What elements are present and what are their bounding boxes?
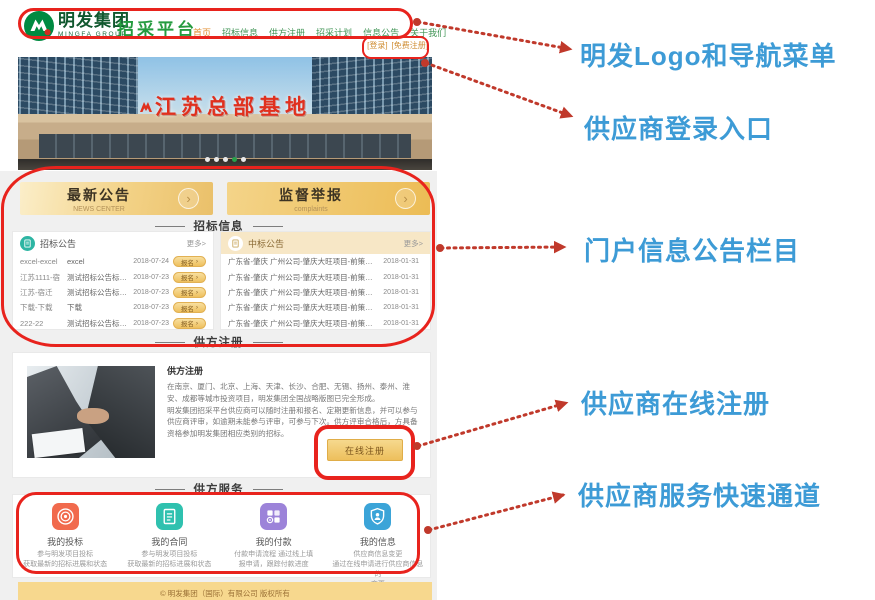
banner-title: 江苏总部基地 xyxy=(18,91,432,121)
website-screenshot: 明发集团 MINGFA GROUP 招采平台 首页 招标信息 供方注册 招采计划… xyxy=(0,0,437,600)
login-link[interactable]: [登录] xyxy=(367,40,387,51)
tender-more-link[interactable]: 更多> xyxy=(187,238,206,249)
complaints-button-subtitle: complaints xyxy=(227,206,395,213)
signup-button[interactable]: 报名› xyxy=(173,318,206,329)
free-register-link[interactable]: [免费注册] xyxy=(392,40,428,51)
carousel-dot[interactable] xyxy=(223,157,228,162)
signup-button[interactable]: 报名› xyxy=(173,302,206,313)
registration-text: 供方注册 在南京、厦门、北京、上海、天津、长沙、合肥、无锡、扬州、泰州、淮安、成… xyxy=(167,364,420,440)
service-my-contracts[interactable]: 我的合同 参与明发项目投标 获取最新的招标进展和状态 xyxy=(117,495,221,577)
nav-announcements[interactable]: 信息公告 xyxy=(363,26,399,39)
nav-tender-info[interactable]: 招标信息 xyxy=(222,26,258,39)
mingfa-logo-icon[interactable] xyxy=(24,11,54,41)
tender-row[interactable]: excel-excel excel 2018-07-24 报名› xyxy=(13,254,213,269)
tender-panel-header: 招标公告 更多> xyxy=(13,232,213,254)
chevron-circle-icon: › xyxy=(395,188,416,209)
award-row[interactable]: 广东省-肇庆 广州公司-肇庆大旺项目-前策定位... 2018-01-31 xyxy=(221,254,430,269)
award-panel-header: 中标公告 更多> xyxy=(221,232,430,254)
latest-news-button[interactable]: 最新公告 NEWS CENTER › xyxy=(20,182,213,215)
tender-doc-icon xyxy=(20,236,35,251)
carousel-dot[interactable] xyxy=(241,157,246,162)
payment-icon xyxy=(260,503,287,530)
award-announcements-panel: 中标公告 更多> 广东省-肇庆 广州公司-肇庆大旺项目-前策定位... 2018… xyxy=(220,231,431,330)
tender-row[interactable]: 江苏-宿迁 测试招标公告标题附件 2018-07-23 报名› xyxy=(13,285,213,300)
footer-copyright: © 明发集团（国际）有限公司 版权所有 xyxy=(18,582,432,600)
login-register-links: [登录] [免费注册] xyxy=(367,40,428,51)
chevron-circle-icon: › xyxy=(178,188,199,209)
award-row[interactable]: 广东省-肇庆 广州公司-肇庆大旺项目-前策定位... 2018-01-31 xyxy=(221,285,430,300)
award-more-link[interactable]: 更多> xyxy=(404,238,423,249)
tender-panel-title: 招标公告 xyxy=(40,237,76,250)
registration-paragraph-2: 明发集团招采平台供应商可以随时注册和报名、定期更新信息，并可以参与供应商评审，如… xyxy=(167,405,420,440)
nav-about-us[interactable]: 关于我们 xyxy=(410,26,446,39)
award-doc-icon xyxy=(228,236,243,251)
carousel-dot-active[interactable] xyxy=(232,157,237,162)
services-card: 我的投标 参与明发项目投标 获取最新的招标进展和状态 我的合同 参与明发项目投标… xyxy=(12,494,431,578)
chevron-icon: › xyxy=(196,320,198,327)
award-row[interactable]: 广东省-肇庆 广州公司-肇庆大旺项目-前策定位... 2018-01-31 xyxy=(221,269,430,284)
carousel-dots xyxy=(18,149,432,167)
chevron-icon: › xyxy=(196,258,198,265)
section-title-registration: 供方注册 xyxy=(0,334,437,350)
site-header: 明发集团 MINGFA GROUP 招采平台 首页 招标信息 供方注册 招采计划… xyxy=(0,0,437,57)
signup-button[interactable]: 报名› xyxy=(173,272,206,283)
carousel-dot[interactable] xyxy=(214,157,219,162)
platform-title: 招采平台 xyxy=(117,15,197,40)
tender-row[interactable]: 下载-下载 下载 2018-07-23 报名› xyxy=(13,300,213,315)
complaints-button-title: 监督举报 xyxy=(227,185,395,205)
annotation-label-portal-info: 门户信息公告栏目 xyxy=(584,231,800,268)
news-button-subtitle: NEWS CENTER xyxy=(20,206,178,213)
main-nav: 首页 招标信息 供方注册 招采计划 信息公告 关于我们 xyxy=(193,26,446,39)
service-my-bids[interactable]: 我的投标 参与明发项目投标 获取最新的招标进展和状态 xyxy=(13,495,117,577)
contract-icon xyxy=(156,503,183,530)
signup-button[interactable]: 报名› xyxy=(173,287,206,298)
annotation-label-login-entry: 供应商登录入口 xyxy=(584,109,773,146)
annotation-label-logo-nav: 明发Logo和导航菜单 xyxy=(580,36,837,73)
info-shield-icon xyxy=(364,503,391,530)
chevron-icon: › xyxy=(196,289,198,296)
nav-procurement-plan[interactable]: 招采计划 xyxy=(316,26,352,39)
target-icon xyxy=(52,503,79,530)
hero-banner: 江苏总部基地 xyxy=(18,57,432,170)
award-row[interactable]: 广东省-肇庆 广州公司-肇庆大旺项目-前策定位... 2018-01-31 xyxy=(221,316,430,331)
registration-card: 供方注册 在南京、厦门、北京、上海、天津、长沙、合肥、无锡、扬州、泰州、淮安、成… xyxy=(12,352,431,478)
award-panel-title: 中标公告 xyxy=(248,237,284,250)
tender-row[interactable]: 222-22 测试招标公告标题222 2018-07-23 报名› xyxy=(13,316,213,331)
news-button-title: 最新公告 xyxy=(20,185,178,205)
chevron-icon: › xyxy=(196,274,198,281)
registration-paragraph-1: 在南京、厦门、北京、上海、天津、长沙、合肥、无锡、扬州、泰州、淮安、成都等城市投… xyxy=(167,381,420,405)
complaints-button[interactable]: 监督举报 complaints › xyxy=(227,182,430,215)
banner-logo-mark-icon xyxy=(139,96,153,110)
annotation-label-service-channel: 供应商服务快速通道 xyxy=(578,476,821,513)
carousel-dot[interactable] xyxy=(205,157,210,162)
handshake-photo xyxy=(27,366,155,458)
chevron-icon: › xyxy=(196,304,198,311)
signup-button[interactable]: 报名› xyxy=(173,256,206,267)
service-my-info[interactable]: 我的信息 供应商信息变更 通过在线申请进行供应商信息的 变更 xyxy=(326,495,430,577)
registration-title: 供方注册 xyxy=(167,364,420,377)
tender-announcements-panel: 招标公告 更多> excel-excel excel 2018-07-24 报名… xyxy=(12,231,214,330)
service-my-payments[interactable]: 我的付款 付款申请流程 通过线上填 报申请，跟踪付款进度 xyxy=(222,495,326,577)
nav-supplier-register[interactable]: 供方注册 xyxy=(269,26,305,39)
award-row[interactable]: 广东省-肇庆 广州公司-肇庆大旺项目-前策定位... 2018-01-31 xyxy=(221,300,430,315)
online-register-button[interactable]: 在线注册 xyxy=(327,439,403,461)
nav-home[interactable]: 首页 xyxy=(193,26,211,39)
annotation-label-online-register: 供应商在线注册 xyxy=(581,384,770,421)
tender-row[interactable]: 江苏1111-宿 测试招标公告标题1111 2018-07-23 报名› xyxy=(13,269,213,284)
